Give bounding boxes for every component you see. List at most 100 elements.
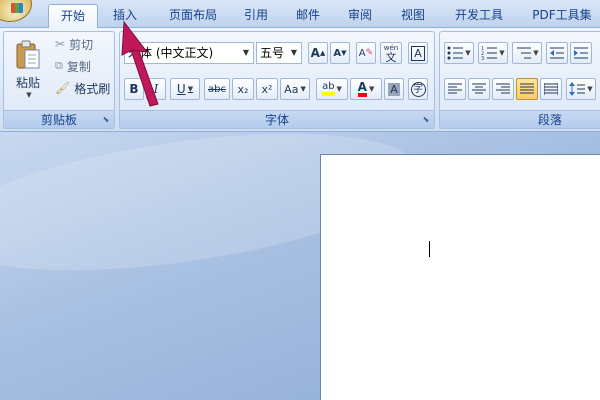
grow-font-button[interactable]: A ▲ [308,42,328,64]
numbering-icon: 123 [481,46,498,60]
paste-button[interactable]: 粘贴 ▼ [8,34,48,104]
clipboard-group-title: 剪贴板 [4,110,114,128]
ribbon-tab-row: 开始 插入 页面布局 引用 邮件 审阅 视图 开发工具 PDF工具集 [0,0,600,29]
copy-button[interactable]: ⧉ 复制 [52,56,114,76]
decrease-indent-button[interactable] [546,42,568,64]
highlight-button[interactable]: ab ▼ [316,78,348,100]
tab-home[interactable]: 开始 [48,4,98,29]
office-logo-icon [11,3,23,13]
align-right-icon [496,83,510,94]
font-color-button[interactable]: A ▼ [350,78,382,100]
phonetic-guide-button[interactable]: wén 文 [380,42,402,64]
strikethrough-button[interactable]: abc [204,78,230,100]
ribbon: 粘贴 ▼ ✂ 剪切 ⧉ 复制 🖌 格式刷 剪贴板 ⬊ 宋体 (中文正文) ▼ 五… [0,28,600,132]
shrink-font-button[interactable]: A ▼ [330,42,350,64]
clipboard-group: 粘贴 ▼ ✂ 剪切 ⧉ 复制 🖌 格式刷 剪贴板 ⬊ [3,31,115,129]
character-border-button[interactable]: A [408,42,428,64]
align-left-button[interactable] [444,78,466,100]
italic-icon: I [153,82,159,96]
enclose-characters-button[interactable]: 字 [408,78,428,100]
copy-icon: ⧉ [55,59,63,72]
watermark-url: jingyan.baidu.com [462,368,545,377]
clear-format-icon: A [358,47,366,59]
font-name-combo[interactable]: 宋体 (中文正文) ▼ [124,42,254,64]
bullets-icon [447,46,464,60]
paragraph-group-title: 段落 [440,110,600,128]
tab-view[interactable]: 视图 [393,4,433,28]
format-painter-button[interactable]: 🖌 格式刷 [52,78,114,98]
office-button[interactable] [0,0,32,22]
italic-button[interactable]: I [146,78,166,100]
bold-button[interactable]: B [124,78,144,100]
font-name-dropdown-icon[interactable]: ▼ [241,43,251,63]
subscript-button[interactable]: x₂ [232,78,254,100]
multilevel-list-button[interactable]: ▼ [512,42,542,64]
justify-button[interactable] [516,78,538,100]
align-center-icon [472,83,486,94]
underline-icon: U [176,82,186,96]
paragraph-group: ▼ 1 2 3 ▼ ▼ ▼ 段落 [439,31,600,129]
change-case-icon: Aa [284,82,299,96]
tab-references[interactable]: 引用 [236,4,276,28]
grow-font-icon: A [310,46,320,60]
watermark-text-a: Bai [462,346,495,367]
align-right-button[interactable] [492,78,514,100]
copy-label: 复制 [66,59,91,74]
font-dialog-launcher-icon[interactable]: ⬊ [421,115,431,125]
scissors-icon: ✂ [55,37,66,51]
document-workspace: Bai 经验 jingyan.baidu.com [0,132,600,400]
superscript-button[interactable]: x² [256,78,278,100]
highlight-icon: ab [322,82,335,96]
font-name-value: 宋体 (中文正文) [128,46,214,60]
font-color-icon: A [357,81,367,97]
subscript-icon: x₂ [237,82,249,96]
font-size-dropdown-icon[interactable]: ▼ [289,43,299,63]
decrease-indent-icon [550,47,564,59]
cut-label: 剪切 [69,37,94,52]
cut-button[interactable]: ✂ 剪切 [52,34,114,54]
tab-developer[interactable]: 开发工具 [447,4,511,28]
line-spacing-button[interactable]: ▼ [566,78,596,100]
format-painter-label: 格式刷 [74,81,111,96]
font-size-value: 五号 [260,46,285,60]
tab-review[interactable]: 审阅 [340,4,380,28]
shrink-font-icon: A [333,47,342,59]
baidu-paw-icon [496,349,513,365]
tab-insert[interactable]: 插入 [103,4,147,28]
strikethrough-icon: abc [208,83,226,95]
watermark-text-b: 经验 [514,346,551,367]
tab-mailings[interactable]: 邮件 [288,4,328,28]
distributed-button[interactable] [540,78,562,100]
character-border-icon: A [411,45,425,61]
watermark: Bai 经验 jingyan.baidu.com [462,342,582,382]
bullets-button[interactable]: ▼ [444,42,474,64]
tab-page-layout[interactable]: 页面布局 [160,4,226,28]
superscript-icon: x² [261,82,273,96]
font-size-combo[interactable]: 五号 ▼ [256,42,302,64]
format-painter-icon: 🖌 [55,81,71,95]
justify-icon [520,83,534,94]
tab-pdf-tools[interactable]: PDF工具集 [526,4,598,28]
paste-label: 粘贴 [15,75,40,90]
paste-dropdown-icon[interactable]: ▼ [26,91,31,99]
font-group: 宋体 (中文正文) ▼ 五号 ▼ A ▲ A ▼ A ✎ wén 文 A B I U ▼… [119,31,435,129]
text-cursor [429,241,430,257]
distributed-icon [544,83,558,95]
numbering-button[interactable]: 1 2 3 ▼ [478,42,508,64]
character-shading-button[interactable]: A [384,78,404,100]
clipboard-dialog-launcher-icon[interactable]: ⬊ [101,115,111,125]
multilevel-list-icon [517,47,532,59]
enclose-characters-icon: 字 [410,81,426,97]
phonetic-guide-char: 文 [385,51,397,64]
character-shading-icon: A [388,82,400,96]
paste-icon [16,40,40,68]
align-center-button[interactable] [468,78,490,100]
bold-icon: B [129,82,139,96]
increase-indent-icon [574,47,588,59]
svg-text:3: 3 [481,56,484,60]
font-group-title: 字体 [120,110,434,128]
underline-button[interactable]: U ▼ [170,78,200,100]
increase-indent-button[interactable] [570,42,592,64]
change-case-button[interactable]: Aa ▼ [280,78,310,100]
clear-format-button[interactable]: A ✎ [356,42,376,64]
